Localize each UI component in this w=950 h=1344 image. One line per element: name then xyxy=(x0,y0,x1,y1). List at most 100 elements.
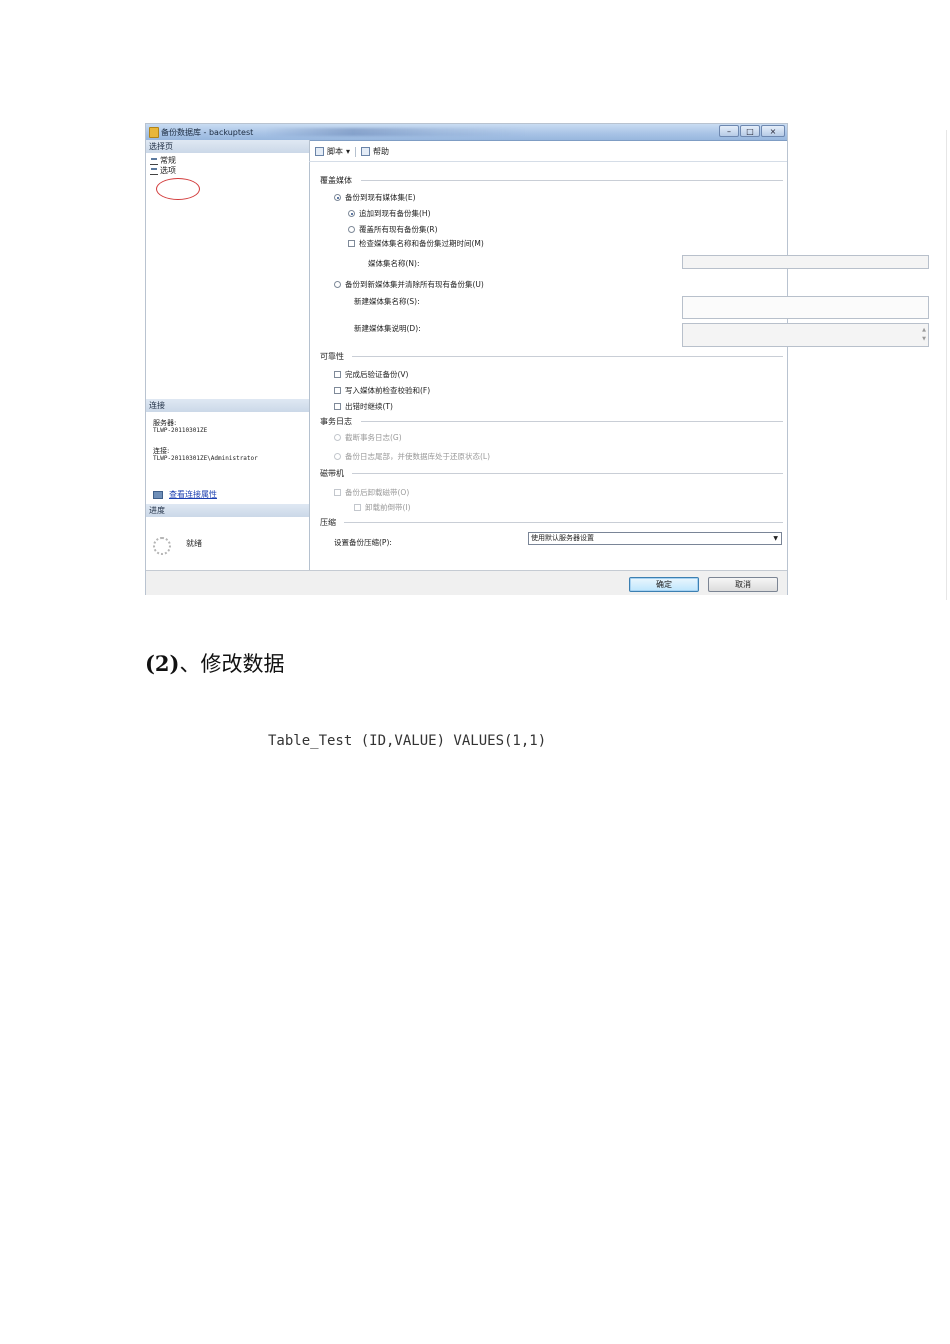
heading-number: (2) xyxy=(145,651,180,676)
rewind-tape-label: 卸载前倒带(I) xyxy=(365,503,411,512)
connection-value: TLWP-20110301ZE\Administrator xyxy=(153,455,258,462)
dialog-title: 备份数据库 - backuptest xyxy=(161,128,254,137)
toolbar-separator xyxy=(355,146,357,157)
left-pane: 选择页 常规 选项 连接 服务器: TLWP-20110301ZE 连接: TL… xyxy=(146,140,310,570)
backup-database-dialog: 备份数据库 - backuptest – □ × 选择页 常规 选项 连接 服务… xyxy=(145,123,929,595)
page-options-label: 选项 xyxy=(160,166,176,175)
group-divider xyxy=(352,473,783,474)
new-media-set-name-input[interactable] xyxy=(682,296,929,319)
radio-unselected[interactable] xyxy=(334,281,341,288)
compression-label-text: 设置备份压缩(P): xyxy=(334,538,392,547)
checkbox[interactable] xyxy=(334,489,341,496)
select-page-header: 选择页 xyxy=(146,140,309,153)
toolbar-divider xyxy=(309,161,787,162)
radio-unselected[interactable] xyxy=(334,434,341,441)
rewind-tape-checkbox[interactable]: 卸载前倒带(I) xyxy=(354,502,411,513)
radio-unselected[interactable] xyxy=(348,226,355,233)
toolbar: 脚本 ▾ 帮助 xyxy=(315,146,389,157)
minimize-button[interactable]: – xyxy=(719,125,739,137)
dialog-footer: 确定 取消 xyxy=(146,570,787,595)
media-set-name-text: 媒体集名称(N): xyxy=(368,259,420,268)
group-divider xyxy=(361,180,783,181)
media-set-name-label: 媒体集名称(N): xyxy=(368,258,420,269)
close-button[interactable]: × xyxy=(761,125,785,137)
new-media-set-name-label: 新建媒体集名称(S): xyxy=(354,296,420,307)
section-heading: (2)、修改数据 xyxy=(145,648,284,678)
check-expiry-label: 检查媒体集名称和备份集过期时间(M) xyxy=(359,239,484,248)
window-controls: – □ × xyxy=(719,125,785,137)
overwrite-media-group: 覆盖媒体 xyxy=(320,176,352,185)
overwrite-radio[interactable]: 覆盖所有现有备份集(R) xyxy=(348,224,438,235)
page-icon xyxy=(150,157,158,165)
help-button[interactable]: 帮助 xyxy=(373,146,389,157)
maximize-button[interactable]: □ xyxy=(740,125,760,137)
new-media-set-desc-label: 新建媒体集说明(D): xyxy=(354,323,421,334)
unload-tape-label: 备份后卸载磁带(O) xyxy=(345,488,410,497)
checksum-checkbox[interactable]: 写入媒体前检查校验和(F) xyxy=(334,385,430,396)
progress-spinner-icon xyxy=(153,537,171,555)
transaction-log-group: 事务日志 xyxy=(320,417,352,426)
radio-selected[interactable] xyxy=(334,194,341,201)
connection-header: 连接 xyxy=(146,399,309,412)
new-media-set-desc-text: 新建媒体集说明(D): xyxy=(354,324,421,333)
progress-status: 就绪 xyxy=(186,539,202,548)
ok-button[interactable]: 确定 xyxy=(629,577,699,592)
database-icon xyxy=(149,127,159,138)
compression-select[interactable]: 使用默认服务器设置 ▼ xyxy=(528,532,782,545)
new-media-set-name-text: 新建媒体集名称(S): xyxy=(354,297,420,306)
scroll-arrows-icon[interactable]: ▲ ▼ xyxy=(922,326,926,344)
reliability-group: 可靠性 xyxy=(320,352,344,361)
checkbox[interactable] xyxy=(334,403,341,410)
server-info: 服务器: TLWP-20110301ZE xyxy=(153,419,207,435)
tail-log-label: 备份日志尾部，并使数据库处于还原状态(L) xyxy=(345,452,491,461)
checkbox[interactable] xyxy=(334,371,341,378)
view-connection-properties[interactable]: 查看连接属性 xyxy=(153,489,217,500)
unload-tape-checkbox[interactable]: 备份后卸载磁带(O) xyxy=(334,487,409,498)
script-dropdown-icon[interactable]: ▾ xyxy=(346,147,350,156)
progress-header: 进度 xyxy=(146,504,309,517)
page-icon xyxy=(150,167,158,175)
tape-drive-group: 磁带机 xyxy=(320,469,344,478)
new-media-set-desc-input[interactable]: ▲ ▼ xyxy=(682,323,929,347)
red-annotation-circle xyxy=(156,178,200,200)
compression-group: 压缩 xyxy=(320,518,336,527)
options-pane: 脚本 ▾ 帮助 覆盖媒体 备份到现有媒体集(E) 追加到现有备份集(H) 覆盖所… xyxy=(309,140,929,570)
group-divider xyxy=(344,522,783,523)
media-set-name-input[interactable] xyxy=(682,255,929,269)
backup-existing-label: 备份到现有媒体集(E) xyxy=(345,193,416,202)
radio-unselected[interactable] xyxy=(334,453,341,460)
cancel-button[interactable]: 取消 xyxy=(708,577,778,592)
script-button[interactable]: 脚本 xyxy=(327,146,343,157)
continue-on-error-checkbox[interactable]: 出错时继续(T) xyxy=(334,401,393,412)
connection-label: 连接: xyxy=(153,447,170,455)
server-value: TLWP-20110301ZE xyxy=(153,427,208,434)
checksum-label: 写入媒体前检查校验和(F) xyxy=(345,386,431,395)
check-expiry-checkbox[interactable]: 检查媒体集名称和备份集过期时间(M) xyxy=(348,238,484,249)
backup-new-label: 备份到新媒体集并清除所有现有备份集(U) xyxy=(345,280,484,289)
script-icon[interactable] xyxy=(315,147,324,156)
compression-label: 设置备份压缩(P): xyxy=(334,537,392,548)
append-label: 追加到现有备份集(H) xyxy=(359,209,431,218)
dropdown-arrow-icon[interactable]: ▼ xyxy=(773,533,778,544)
compression-selected-value: 使用默认服务器设置 xyxy=(531,534,594,542)
radio-selected[interactable] xyxy=(348,210,355,217)
append-radio[interactable]: 追加到现有备份集(H) xyxy=(348,208,431,219)
server-label: 服务器: xyxy=(153,419,177,427)
tail-log-radio[interactable]: 备份日志尾部，并使数据库处于还原状态(L) xyxy=(334,451,490,462)
code-line: Table_Test (ID,VALUE) VALUES(1,1) xyxy=(268,733,547,749)
group-divider xyxy=(361,421,783,422)
backup-existing-radio[interactable]: 备份到现有媒体集(E) xyxy=(334,192,416,203)
verify-checkbox[interactable]: 完成后验证备份(V) xyxy=(334,369,408,380)
dialog-titlebar: 备份数据库 - backuptest – □ × xyxy=(146,124,787,141)
overwrite-label: 覆盖所有现有备份集(R) xyxy=(359,225,438,234)
checkbox[interactable] xyxy=(348,240,355,247)
backup-new-radio[interactable]: 备份到新媒体集并清除所有现有备份集(U) xyxy=(334,279,484,290)
page-options[interactable]: 选项 xyxy=(150,165,176,176)
help-icon[interactable] xyxy=(361,147,371,156)
truncate-log-radio[interactable]: 截断事务日志(G) xyxy=(334,432,402,443)
checkbox[interactable] xyxy=(334,387,341,394)
page-edge-line xyxy=(946,130,947,600)
view-connection-link[interactable]: 查看连接属性 xyxy=(169,489,217,500)
heading-text: 、修改数据 xyxy=(179,652,285,676)
checkbox[interactable] xyxy=(354,504,361,511)
